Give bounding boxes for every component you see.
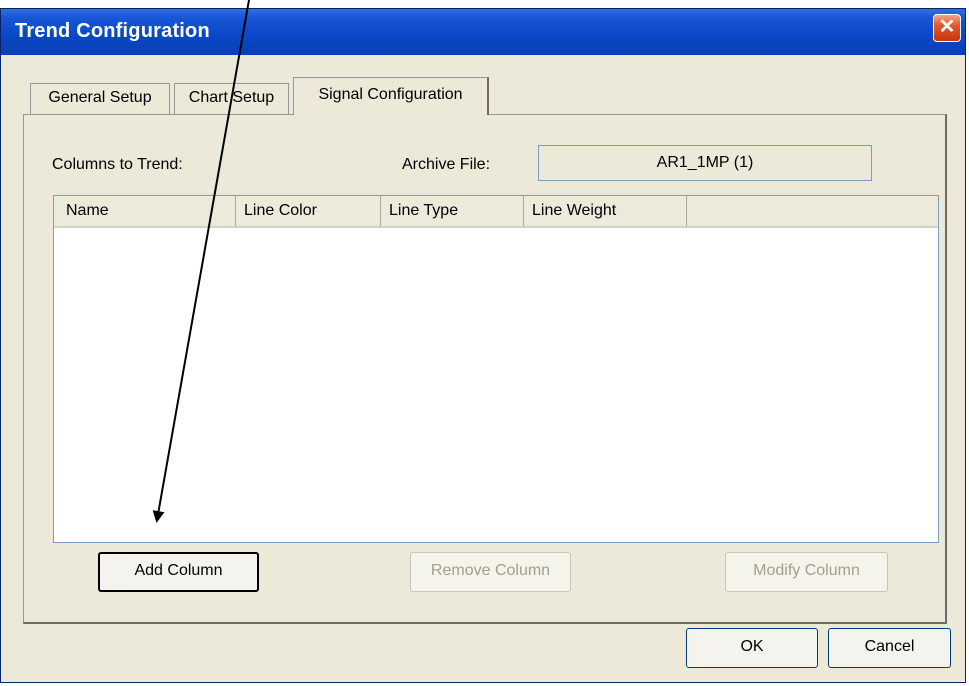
cancel-button[interactable]: Cancel	[828, 628, 951, 668]
column-header-line-weight[interactable]: Line Weight	[524, 196, 687, 226]
columns-list[interactable]: Name Line Color Line Type Line Weight	[53, 195, 939, 543]
title-bar[interactable]: Trend Configuration ✕	[1, 9, 965, 55]
column-header-line-color[interactable]: Line Color	[236, 196, 381, 226]
archive-file-field: AR1_1MP (1)	[538, 145, 872, 181]
signal-configuration-panel: Columns to Trend: Archive File: AR1_1MP …	[23, 114, 947, 624]
modify-column-button[interactable]: Modify Column	[725, 552, 888, 592]
remove-column-button[interactable]: Remove Column	[410, 552, 571, 592]
tab-chart-setup[interactable]: Chart Setup	[174, 83, 289, 114]
trend-configuration-dialog: Trend Configuration ✕ General Setup Char…	[0, 8, 966, 683]
column-header-line-type[interactable]: Line Type	[381, 196, 524, 226]
column-header-name[interactable]: Name	[54, 196, 236, 226]
tab-signal-configuration[interactable]: Signal Configuration	[293, 77, 489, 115]
archive-file-label: Archive File:	[402, 156, 491, 173]
close-icon[interactable]: ✕	[933, 14, 961, 42]
window-title: Trend Configuration	[15, 20, 210, 42]
columns-to-trend-label: Columns to Trend:	[52, 156, 183, 173]
tab-general-setup[interactable]: General Setup	[30, 83, 170, 114]
list-header: Name Line Color Line Type Line Weight	[54, 196, 938, 228]
ok-button[interactable]: OK	[686, 628, 818, 668]
add-column-button[interactable]: Add Column	[98, 552, 259, 592]
column-header-filler	[687, 196, 938, 226]
